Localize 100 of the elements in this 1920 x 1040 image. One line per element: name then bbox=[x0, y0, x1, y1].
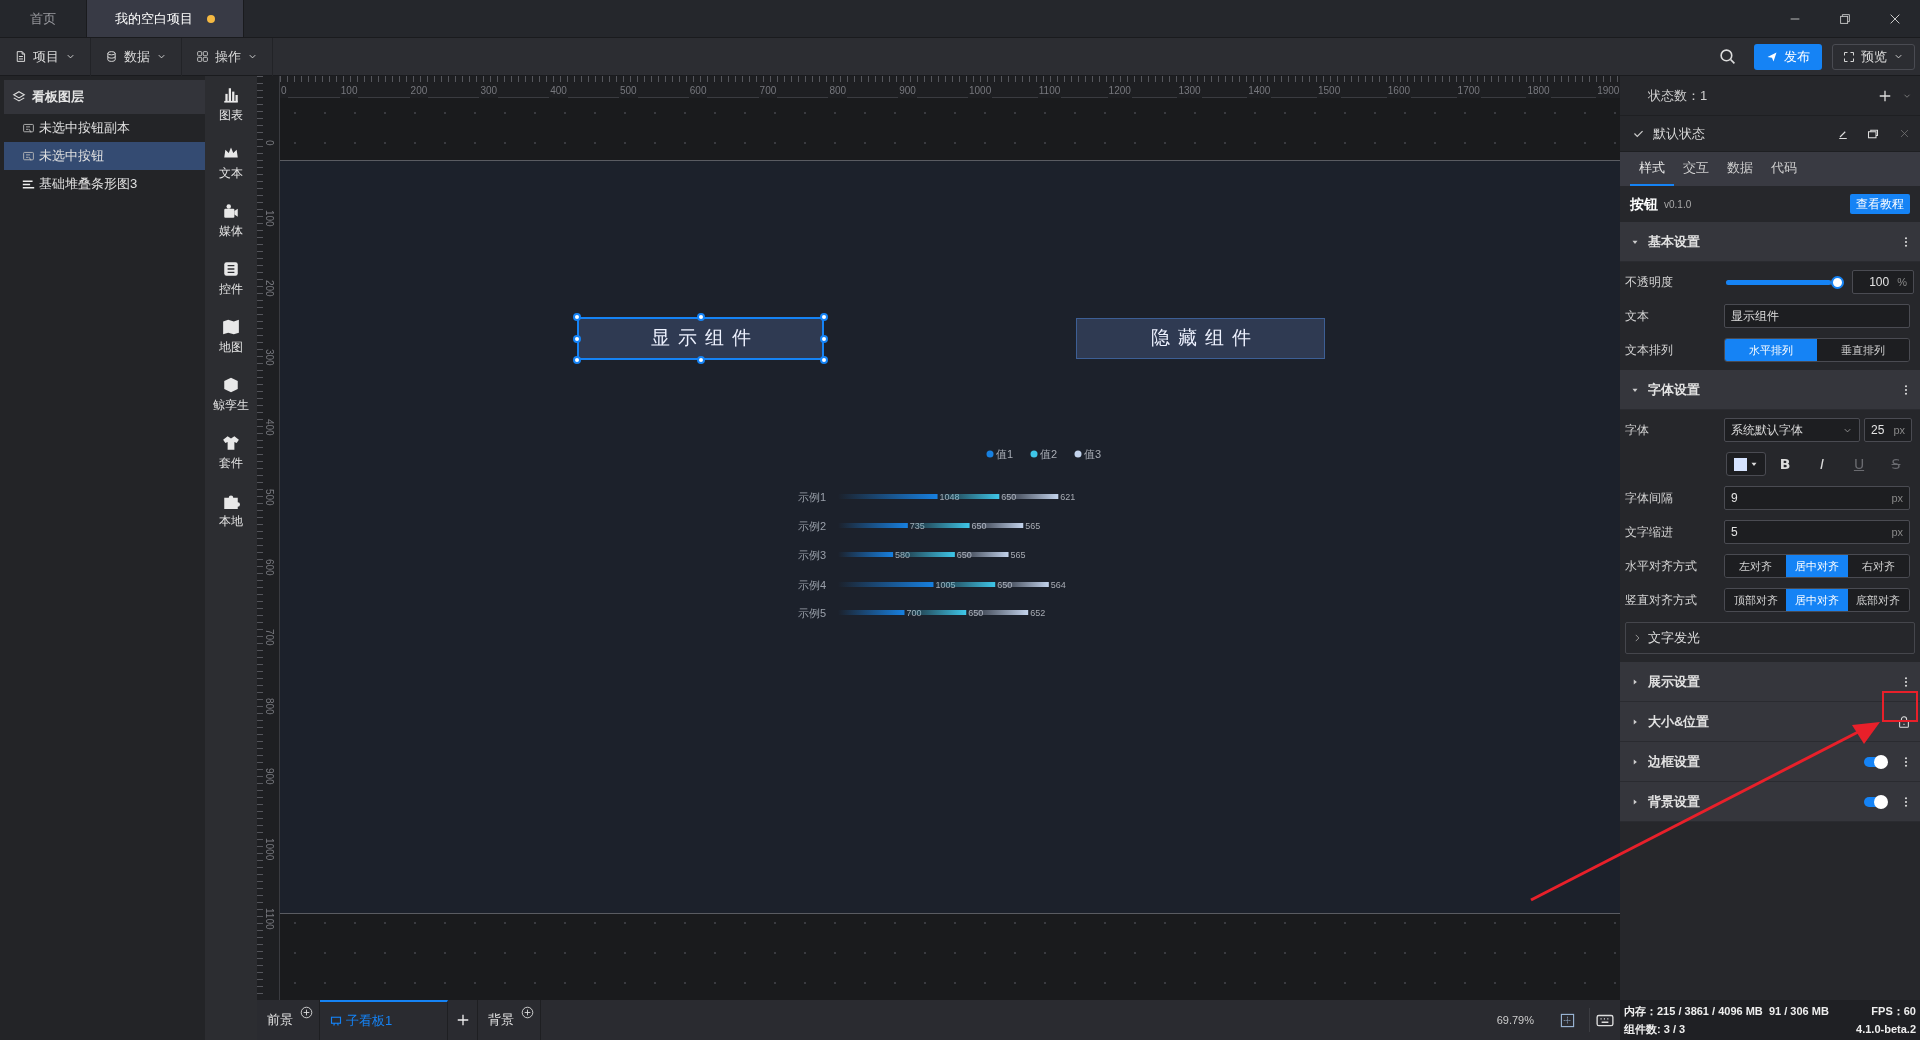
restore-icon[interactable] bbox=[1838, 11, 1852, 26]
field-label: 文字缩进 bbox=[1625, 524, 1674, 541]
component-name: 按钮 bbox=[1630, 194, 1658, 214]
board-tab[interactable]: 子看板1 bbox=[320, 1000, 448, 1040]
add-circle-icon bbox=[521, 1006, 534, 1019]
ruler-label: 700 bbox=[758, 83, 778, 98]
number-field[interactable]: 5 px bbox=[1724, 520, 1910, 544]
segment-option[interactable]: 左对齐 bbox=[1725, 555, 1787, 577]
resize-handle[interactable] bbox=[696, 356, 705, 364]
camera-icon bbox=[222, 202, 240, 220]
resize-handle[interactable] bbox=[573, 334, 581, 343]
version-label: 4.1.0-beta.2 bbox=[1856, 1022, 1916, 1037]
value-label: 564 bbox=[1050, 580, 1066, 590]
ruler-label: 100 bbox=[263, 209, 275, 227]
layer-item[interactable]: 基础堆叠条形图3 bbox=[4, 170, 205, 198]
category-label: 示例5 bbox=[798, 607, 827, 619]
category-label: 示例4 bbox=[798, 579, 827, 591]
segment-option[interactable]: 居中对齐 bbox=[1786, 589, 1848, 611]
section-header[interactable]: 大小&位置 bbox=[1620, 702, 1920, 742]
preview-button[interactable]: 预览 bbox=[1832, 43, 1915, 70]
format-button[interactable]: I bbox=[1804, 453, 1840, 475]
section-header[interactable]: 展示设置 bbox=[1620, 662, 1920, 702]
plus-icon[interactable] bbox=[1878, 88, 1892, 103]
section-header[interactable]: 边框设置 bbox=[1620, 742, 1920, 782]
field-label: 不透明度 bbox=[1625, 274, 1674, 291]
layer-item[interactable]: 未选中按钮副本 bbox=[4, 114, 205, 142]
send-icon bbox=[1766, 50, 1778, 63]
component-category[interactable]: 图表 bbox=[219, 86, 243, 124]
legend-label: 值1 bbox=[996, 448, 1014, 460]
segment-option[interactable]: 右对齐 bbox=[1847, 555, 1909, 577]
resize-handle[interactable] bbox=[820, 334, 828, 343]
component-category[interactable]: 文本 bbox=[219, 144, 243, 182]
color-picker[interactable] bbox=[1726, 452, 1766, 476]
component-category[interactable]: 套件 bbox=[219, 434, 243, 472]
value-label: 621 bbox=[1060, 492, 1076, 502]
resize-handle[interactable] bbox=[573, 313, 581, 321]
value-label: 650 bbox=[997, 580, 1013, 590]
segment-option[interactable]: 底部对齐 bbox=[1847, 589, 1909, 611]
toggle-switch[interactable] bbox=[1864, 796, 1886, 807]
panel-tab[interactable]: 数据 bbox=[1718, 152, 1762, 186]
number-field[interactable]: 25 px bbox=[1864, 418, 1912, 442]
category-label: 示例3 bbox=[798, 549, 827, 561]
number-field[interactable]: 100 % bbox=[1852, 270, 1914, 294]
menu-button[interactable]: 项目 bbox=[0, 37, 91, 76]
component-category[interactable]: 控件 bbox=[219, 260, 243, 298]
publish-button[interactable]: 发布 bbox=[1754, 43, 1822, 70]
segment-option[interactable]: 垂直排列 bbox=[1817, 339, 1909, 361]
tutorial-button[interactable]: 查看教程 bbox=[1850, 194, 1910, 214]
segment-option[interactable]: 居中对齐 bbox=[1786, 555, 1848, 577]
canvas-button[interactable]: 隐藏组件 bbox=[1076, 318, 1325, 359]
section-header[interactable]: 基本设置 bbox=[1620, 222, 1920, 262]
slider[interactable] bbox=[1726, 275, 1844, 289]
search-icon[interactable] bbox=[1719, 48, 1736, 65]
panel-tab[interactable]: 交互 bbox=[1674, 152, 1718, 186]
menu-button[interactable]: 数据 bbox=[91, 37, 182, 76]
ruler-label: 1100 bbox=[263, 907, 275, 930]
memory-status: 内存：215 / 3861 / 4096 MB 91 / 306 MB bbox=[1624, 1003, 1829, 1019]
component-category[interactable]: 媒体 bbox=[219, 202, 243, 240]
value-label: 565 bbox=[1025, 521, 1041, 531]
resize-handle[interactable] bbox=[820, 356, 828, 364]
collapsible-row[interactable]: 文字发光 bbox=[1625, 622, 1915, 654]
fit-screen-icon[interactable] bbox=[1560, 1012, 1575, 1028]
lock-icon[interactable] bbox=[1897, 714, 1911, 729]
component-category[interactable]: 本地 bbox=[219, 492, 243, 530]
segment-option[interactable]: 水平排列 bbox=[1725, 339, 1817, 361]
segment-option[interactable]: 顶部对齐 bbox=[1725, 589, 1787, 611]
value-label: 650 bbox=[956, 550, 972, 560]
component-category[interactable]: 鲸孪生 bbox=[213, 376, 249, 414]
ruler-label: 200 bbox=[409, 83, 429, 98]
plus-icon[interactable] bbox=[455, 1013, 470, 1027]
highlight-frame bbox=[1882, 691, 1918, 722]
component-category[interactable]: 地图 bbox=[219, 318, 243, 356]
menu-button[interactable]: 操作 bbox=[182, 37, 273, 76]
text-field[interactable]: 显示组件 bbox=[1724, 304, 1910, 328]
resize-handle[interactable] bbox=[820, 313, 828, 321]
format-button[interactable]: B bbox=[1767, 453, 1803, 475]
fps-status: FPS：60 bbox=[1871, 1003, 1916, 1019]
slider-thumb[interactable] bbox=[1831, 275, 1844, 289]
bar-list-icon bbox=[22, 177, 35, 191]
number-field[interactable]: 9 px bbox=[1724, 486, 1910, 510]
copy-icon[interactable] bbox=[1867, 127, 1879, 140]
category-label: 示例2 bbox=[798, 520, 827, 532]
field-label: 字体 bbox=[1625, 422, 1650, 439]
section-header[interactable]: 字体设置 bbox=[1620, 370, 1920, 410]
panel-tab[interactable]: 样式 bbox=[1630, 152, 1674, 186]
toggle-switch[interactable] bbox=[1864, 756, 1886, 767]
panel-tab[interactable]: 代码 bbox=[1762, 152, 1806, 186]
resize-handle[interactable] bbox=[696, 313, 705, 321]
font-select[interactable]: 系统默认字体 bbox=[1724, 418, 1860, 442]
field-label: 字体间隔 bbox=[1625, 490, 1674, 507]
button-icon bbox=[22, 149, 35, 163]
tab[interactable]: 我的空白项目 bbox=[87, 0, 244, 37]
canvas-button[interactable]: 显示组件 bbox=[577, 317, 824, 360]
board-tab[interactable]: 前景 bbox=[257, 1000, 320, 1040]
section-header[interactable]: 背景设置 bbox=[1620, 782, 1920, 822]
ruler-label: 1200 bbox=[1107, 83, 1132, 98]
layer-item[interactable]: 未选中按钮 bbox=[4, 142, 205, 170]
value-label: 580 bbox=[895, 550, 911, 560]
resize-handle[interactable] bbox=[573, 356, 581, 364]
board-tab[interactable]: 背景 bbox=[478, 1000, 541, 1040]
